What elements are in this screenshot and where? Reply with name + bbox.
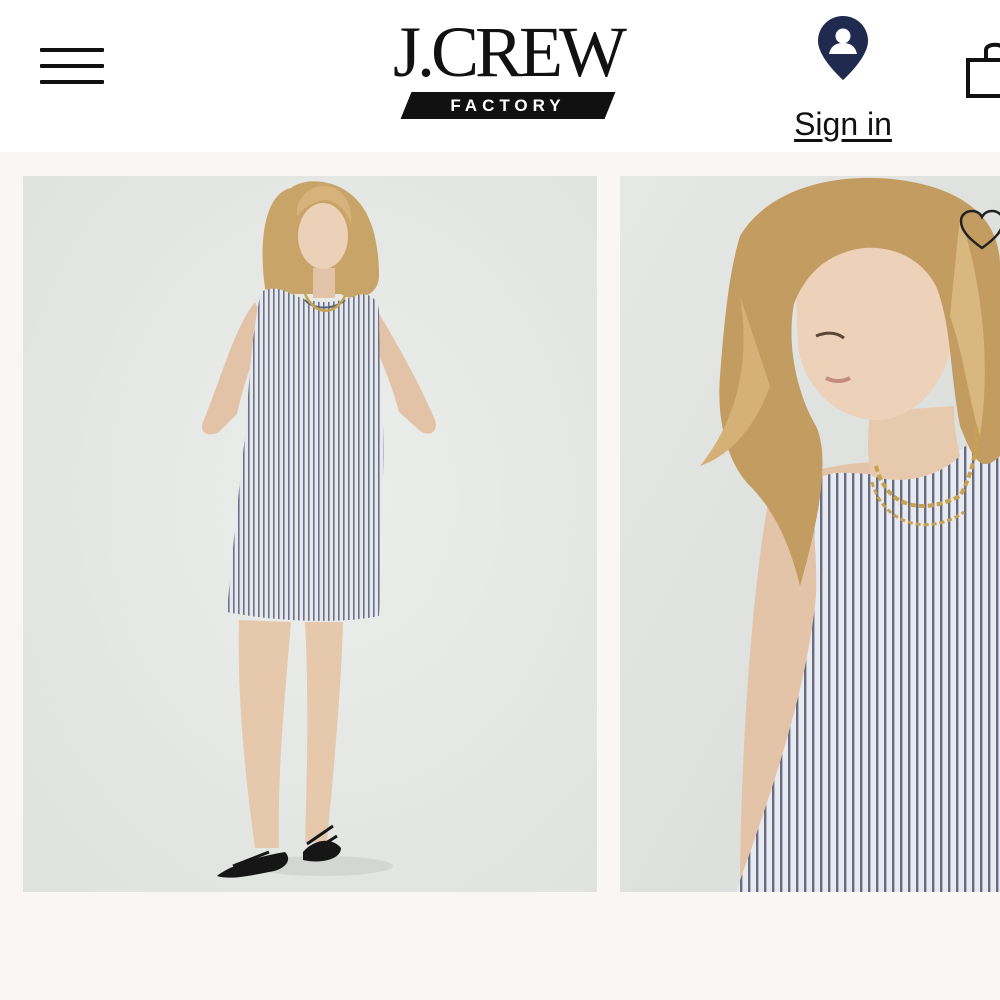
product-gallery (0, 152, 1000, 1000)
hamburger-menu-icon[interactable] (40, 46, 104, 86)
brand-sub-badge: FACTORY (400, 92, 616, 119)
brand-wordmark: J.CREW (392, 12, 627, 92)
model-closeup-illustration (620, 176, 1000, 892)
brand-sub-label: FACTORY (450, 96, 566, 115)
sign-in-button[interactable]: Sign in (778, 14, 908, 142)
shopping-bag-icon[interactable] (964, 40, 1000, 100)
account-pin-icon (818, 16, 868, 80)
product-photo-full-body[interactable] (23, 176, 597, 892)
sign-in-label: Sign in (794, 106, 892, 142)
brand-logo[interactable]: J.CREW FACTORY (370, 14, 646, 124)
product-photo-closeup[interactable] (620, 176, 1000, 892)
model-full-body-illustration (23, 176, 597, 892)
site-header: J.CREW FACTORY Sign in (0, 0, 1000, 152)
heart-icon[interactable] (958, 208, 1000, 252)
